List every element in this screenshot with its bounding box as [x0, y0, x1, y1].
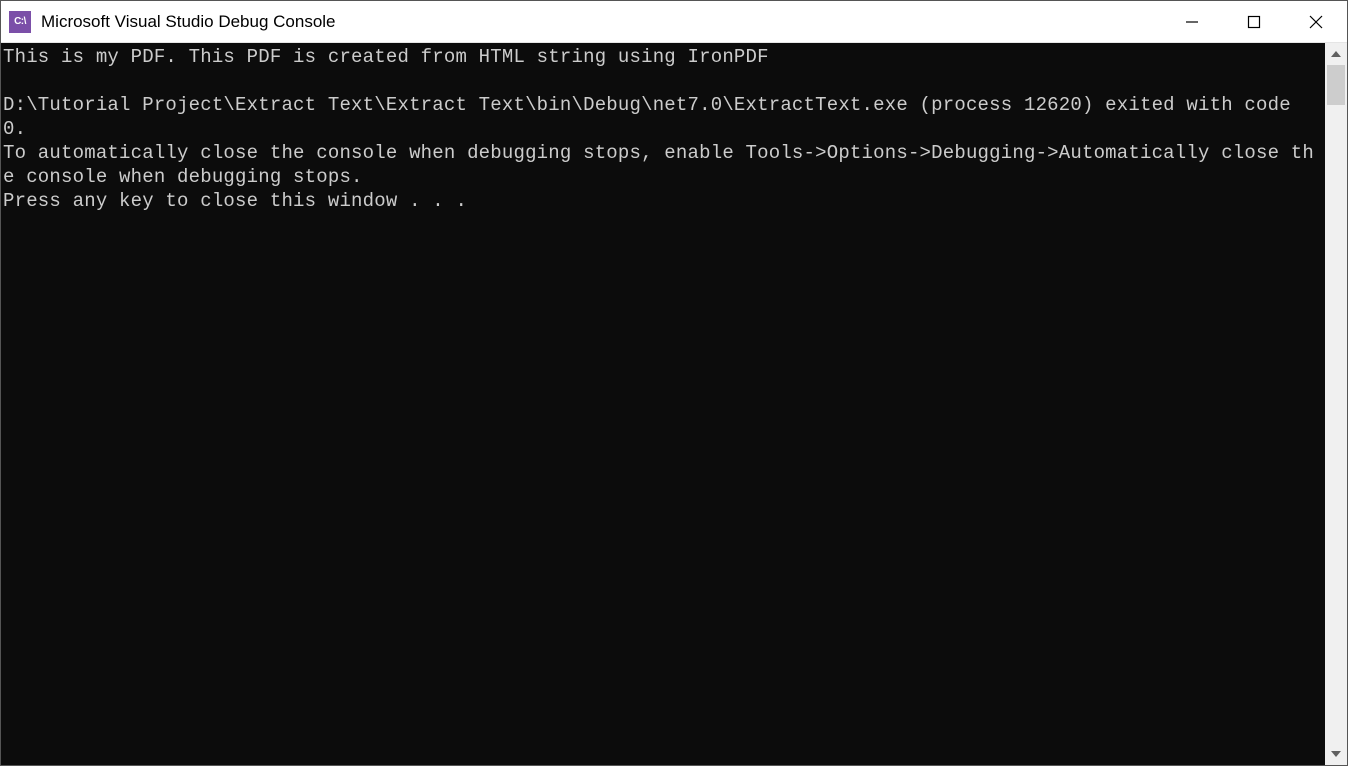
chevron-down-icon	[1331, 751, 1341, 757]
maximize-button[interactable]	[1223, 1, 1285, 42]
vertical-scrollbar[interactable]	[1325, 43, 1347, 765]
titlebar-left: C:\ Microsoft Visual Studio Debug Consol…	[9, 11, 336, 33]
scroll-down-button[interactable]	[1325, 743, 1347, 765]
window-title: Microsoft Visual Studio Debug Console	[41, 12, 336, 32]
app-icon: C:\	[9, 11, 31, 33]
close-button[interactable]	[1285, 1, 1347, 42]
content-area: This is my PDF. This PDF is created from…	[1, 43, 1347, 765]
maximize-icon	[1247, 15, 1261, 29]
chevron-up-icon	[1331, 51, 1341, 57]
scroll-up-button[interactable]	[1325, 43, 1347, 65]
window-controls	[1161, 1, 1347, 42]
console-output[interactable]: This is my PDF. This PDF is created from…	[1, 43, 1325, 765]
close-icon	[1308, 14, 1324, 30]
minimize-icon	[1185, 15, 1199, 29]
minimize-button[interactable]	[1161, 1, 1223, 42]
scroll-track[interactable]	[1325, 65, 1347, 743]
window-titlebar: C:\ Microsoft Visual Studio Debug Consol…	[1, 1, 1347, 43]
scroll-thumb[interactable]	[1327, 65, 1345, 105]
